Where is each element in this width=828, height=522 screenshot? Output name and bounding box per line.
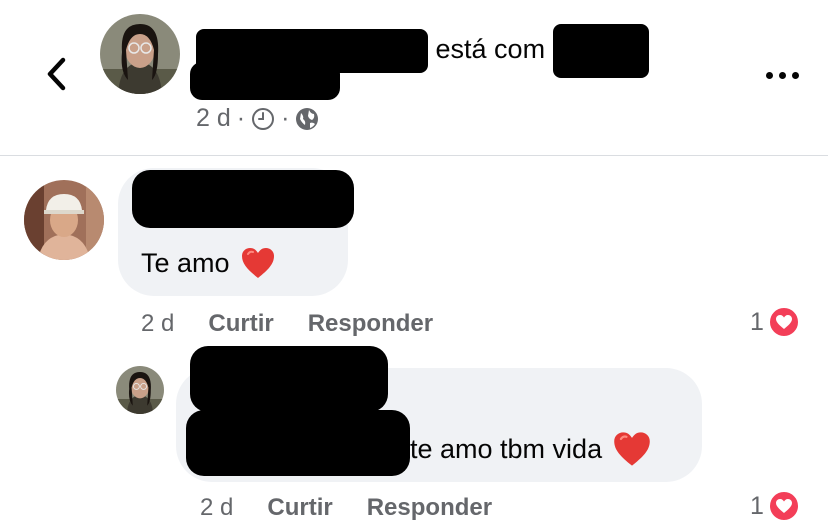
like-button[interactable]: Curtir <box>208 310 273 338</box>
header-divider <box>0 155 828 156</box>
heart-emoji-icon <box>241 248 274 278</box>
reply-button[interactable]: Responder <box>367 494 492 522</box>
reply-button[interactable]: Responder <box>308 310 433 338</box>
more-options-button[interactable] <box>760 64 804 86</box>
reply-author-avatar-image <box>116 366 164 414</box>
commenter-avatar-image <box>24 180 104 260</box>
more-horizontal-icon-dot <box>765 71 773 79</box>
reaction-count: 1 <box>750 491 764 520</box>
redacted-tagged-name <box>552 24 649 78</box>
chevron-left-icon <box>47 57 66 91</box>
more-horizontal-icon-dot <box>791 71 799 79</box>
more-horizontal-icon-dot <box>778 71 786 79</box>
post-meta: 2 d · · <box>196 104 319 133</box>
reply-text: te amo tbm vida <box>410 430 652 468</box>
reply-text-content: te amo tbm vida <box>410 433 603 464</box>
post-time: 2 d <box>196 104 231 132</box>
redacted-reply-author-name <box>190 346 388 412</box>
redacted-commenter-name <box>132 170 354 228</box>
redacted-reply-text <box>186 410 410 476</box>
redaction-mark <box>190 62 340 100</box>
comment-text: Te amo <box>141 246 276 280</box>
title-suffix: está com <box>435 34 546 65</box>
author-avatar-image <box>100 14 180 94</box>
reaction-count: 1 <box>750 307 764 336</box>
reply-author-avatar[interactable] <box>116 366 164 414</box>
back-button[interactable] <box>36 52 76 96</box>
meta-separator: · <box>236 104 246 132</box>
reply-time: 2 d <box>200 494 234 521</box>
reply-reaction-summary[interactable]: 1 <box>750 490 800 522</box>
globe-icon <box>296 107 319 130</box>
reply-actions: 2 d Curtir Responder <box>200 494 492 522</box>
love-reaction-icon <box>767 306 800 338</box>
comment-time: 2 d <box>141 310 175 337</box>
like-button[interactable]: Curtir <box>267 494 332 522</box>
commenter-avatar[interactable] <box>24 180 104 260</box>
clock-icon <box>252 107 275 130</box>
comment-text-content: Te amo <box>141 247 230 278</box>
love-reaction-icon <box>767 490 800 522</box>
heart-emoji-icon <box>614 432 650 466</box>
author-avatar[interactable] <box>100 14 180 94</box>
comment-actions: 2 d Curtir Responder <box>141 310 433 338</box>
meta-separator: · <box>281 104 290 132</box>
reaction-summary[interactable]: 1 <box>750 306 800 338</box>
